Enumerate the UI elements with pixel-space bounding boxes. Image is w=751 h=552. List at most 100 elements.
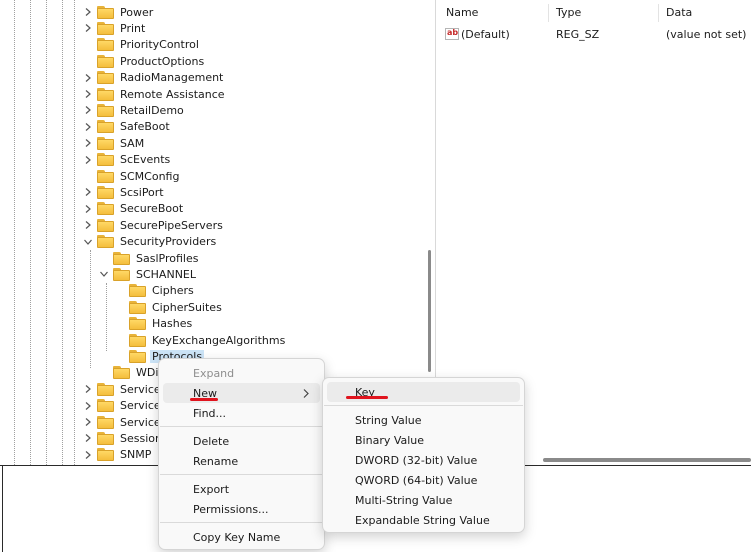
chevron-right-icon[interactable] xyxy=(82,381,94,397)
menu-item-copy-key-name[interactable]: Copy Key Name xyxy=(163,527,320,547)
tree-item[interactable]: ScsiPort xyxy=(82,184,166,200)
submenu-item-binary-value[interactable]: Binary Value xyxy=(327,430,520,450)
chevron-right-icon[interactable] xyxy=(82,414,94,430)
tree-item-label: SecurePipeServers xyxy=(120,218,223,232)
tree-item[interactable]: Hashes xyxy=(114,316,194,332)
chevron-right-icon[interactable] xyxy=(82,119,94,135)
value-type: REG_SZ xyxy=(556,28,600,41)
menu-item-delete[interactable]: Delete xyxy=(163,431,320,451)
folder-icon xyxy=(97,120,114,134)
tree-item[interactable]: Remote Assistance xyxy=(82,86,227,102)
folder-icon xyxy=(97,153,114,167)
tree-item[interactable]: SecurePipeServers xyxy=(82,217,225,233)
column-header-type[interactable]: Type xyxy=(556,6,581,19)
menu-item-new[interactable]: New xyxy=(163,383,320,403)
chevron-down-icon[interactable] xyxy=(82,234,94,250)
tree-guide-line xyxy=(30,0,31,465)
submenu-item-qword-value[interactable]: QWORD (64-bit) Value xyxy=(327,470,520,490)
folder-icon xyxy=(129,300,146,314)
tree-item-label: Ciphers xyxy=(152,284,194,298)
menu-separator xyxy=(160,474,323,475)
tree-item[interactable]: RadioManagement xyxy=(82,70,225,86)
folder-icon xyxy=(129,333,146,347)
chevron-right-icon[interactable] xyxy=(82,20,94,36)
value-data: (value not set) xyxy=(666,28,747,41)
context-menu: Expand New Find... Delete Rename Export … xyxy=(158,358,325,550)
folder-icon xyxy=(97,382,114,396)
chevron-down-icon[interactable] xyxy=(98,266,110,282)
menu-separator xyxy=(324,405,523,406)
tree-item-label: RadioManagement xyxy=(120,71,224,85)
column-divider[interactable] xyxy=(658,4,659,22)
submenu-item-expandable-string-value[interactable]: Expandable String Value xyxy=(327,510,520,530)
tree-item[interactable]: RetailDemo xyxy=(82,102,186,118)
folder-icon xyxy=(97,87,114,101)
chevron-right-icon[interactable] xyxy=(82,152,94,168)
tree-item-label: SafeBoot xyxy=(120,120,170,134)
menu-separator xyxy=(160,522,323,523)
chevron-right-icon[interactable] xyxy=(82,135,94,151)
tree-item[interactable]: Print xyxy=(82,20,147,36)
list-horizontal-scrollbar[interactable] xyxy=(543,458,751,462)
folder-icon xyxy=(129,317,146,331)
tree-item[interactable]: SafeBoot xyxy=(82,119,172,135)
folder-icon xyxy=(97,103,114,117)
tree-item-label: Remote Assistance xyxy=(120,87,225,101)
chevron-right-icon[interactable] xyxy=(82,398,94,414)
menu-item-export[interactable]: Export xyxy=(163,479,320,499)
tree-item-label: SCHANNEL xyxy=(136,267,196,281)
value-row[interactable]: ab (Default) REG_SZ (value not set) xyxy=(438,26,751,44)
chevron-right-icon[interactable] xyxy=(82,70,94,86)
menu-item-rename[interactable]: Rename xyxy=(163,451,320,471)
folder-icon xyxy=(97,448,114,462)
menu-item-find[interactable]: Find... xyxy=(163,403,320,423)
folder-icon xyxy=(97,218,114,232)
tree-item[interactable]: SAM xyxy=(82,135,146,151)
chevron-right-icon[interactable] xyxy=(82,217,94,233)
submenu-item-dword-value[interactable]: DWORD (32-bit) Value xyxy=(327,450,520,470)
chevron-right-icon[interactable] xyxy=(82,201,94,217)
chevron-right-icon[interactable] xyxy=(82,430,94,446)
submenu-item-string-value[interactable]: String Value xyxy=(327,410,520,430)
tree-item[interactable]: SNMP xyxy=(82,447,153,463)
tree-item[interactable]: KeyExchangeAlgorithms xyxy=(114,332,287,348)
tree-item[interactable]: SecureBoot xyxy=(82,201,185,217)
scrollbar-thumb[interactable] xyxy=(428,250,431,372)
tree-item-label: ProductOptions xyxy=(120,54,205,68)
submenu-item-multi-string-value[interactable]: Multi-String Value xyxy=(327,490,520,510)
chevron-right-icon[interactable] xyxy=(82,86,94,102)
tree-item-label: PriorityControl xyxy=(120,38,199,52)
tree-item-label: SAM xyxy=(120,136,145,150)
tree-item-label: CipherSuites xyxy=(152,300,222,314)
value-name: (Default) xyxy=(461,28,510,41)
tree-item[interactable]: Ciphers xyxy=(114,283,196,299)
tree-item-label: Hashes xyxy=(152,317,193,331)
tree-item[interactable]: CipherSuites xyxy=(114,299,224,315)
tree-item[interactable]: ScEvents xyxy=(82,152,172,168)
folder-icon xyxy=(97,399,114,413)
tree-item[interactable]: SCHANNEL xyxy=(98,266,198,282)
chevron-right-icon[interactable] xyxy=(82,4,94,20)
column-header-name[interactable]: Name xyxy=(446,6,478,19)
tree-item[interactable]: SCMConfig xyxy=(82,168,181,184)
submenu-item-key[interactable]: Key xyxy=(327,382,520,402)
column-divider[interactable] xyxy=(548,4,549,22)
tree-item[interactable]: SecurityProviders xyxy=(82,234,218,250)
chevron-right-icon[interactable] xyxy=(82,102,94,118)
chevron-right-icon[interactable] xyxy=(82,184,94,200)
folder-icon xyxy=(97,415,114,429)
menu-item-expand[interactable]: Expand xyxy=(163,363,320,383)
tree-item-label: SNMP xyxy=(120,448,152,462)
chevron-right-icon[interactable] xyxy=(82,447,94,463)
tree-item[interactable]: Power xyxy=(82,4,155,20)
tree-item[interactable]: ProductOptions xyxy=(82,53,206,69)
column-header-data[interactable]: Data xyxy=(666,6,692,19)
menu-item-permissions[interactable]: Permissions... xyxy=(163,499,320,519)
folder-icon xyxy=(97,235,114,249)
tree-item[interactable]: PriorityControl xyxy=(82,37,201,53)
tree-item[interactable]: SaslProfiles xyxy=(98,250,200,266)
